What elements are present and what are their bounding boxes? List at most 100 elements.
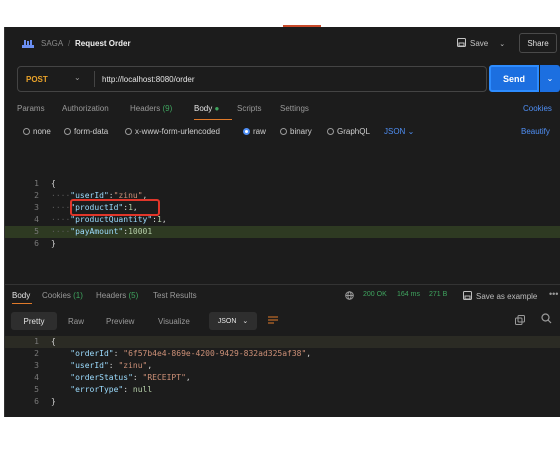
json-colon: :	[113, 349, 124, 358]
response-format-select[interactable]: JSON ⌄	[209, 312, 257, 330]
url-input[interactable]: http://localhost:8080/order	[102, 75, 195, 84]
highlight-annotation-box	[70, 199, 160, 216]
radio-circle-icon	[280, 128, 287, 135]
line-number: 5	[34, 385, 39, 394]
body-format-select[interactable]: JSON ⌄	[384, 127, 414, 136]
json-value: "zinu"	[118, 361, 148, 370]
beautify-button[interactable]: Beautify	[521, 127, 550, 136]
radio-none-label: none	[33, 127, 51, 136]
send-label: Send	[502, 73, 525, 84]
search-icon[interactable]	[541, 313, 552, 327]
line-number: 3	[34, 203, 39, 212]
view-preview-button[interactable]: Preview	[106, 317, 134, 326]
send-options-chevron-icon[interactable]: ⌄	[540, 65, 560, 92]
json-value: "6f57b4e4-869e-4200-9429-832ad325af38"	[123, 349, 307, 358]
wrap-lines-icon[interactable]	[267, 315, 279, 327]
radio-circle-icon	[327, 128, 334, 135]
response-size[interactable]: 271 B	[429, 291, 447, 298]
tab-authorization[interactable]: Authorization	[62, 104, 109, 113]
json-key: "orderId"	[70, 349, 114, 358]
save-button[interactable]: Save ⌄	[457, 35, 513, 52]
radio-urlencoded-label: x-www-form-urlencoded	[135, 127, 220, 136]
code-text: "errorType": null	[51, 384, 152, 396]
response-time[interactable]: 164 ms	[397, 291, 420, 298]
indent-guide: ····	[51, 203, 71, 212]
line-number: 4	[34, 373, 39, 382]
save-as-example-button[interactable]: Save as example	[463, 291, 537, 302]
view-visualize-button[interactable]: Visualize	[158, 317, 190, 326]
json-comma: ,	[147, 361, 153, 370]
radio-binary[interactable]: binary	[280, 127, 312, 136]
save-label: Save	[470, 39, 489, 48]
line-number: 1	[34, 337, 39, 346]
json-colon: :	[132, 373, 143, 382]
save-icon	[457, 38, 466, 49]
radio-none[interactable]: none	[23, 127, 51, 136]
code-line[interactable]: 5 ····"payAmount":10001	[5, 226, 560, 238]
code-brace: {	[51, 337, 56, 346]
radio-form-data[interactable]: form-data	[64, 127, 108, 136]
json-key: "productQuantity"	[70, 215, 153, 224]
tab-body[interactable]: Body ●	[194, 104, 219, 113]
chevron-down-icon: ⌄	[407, 127, 415, 136]
chevron-down-icon[interactable]: ⌄	[499, 40, 505, 48]
copy-icon[interactable]	[515, 315, 525, 327]
tab-headers-label: Headers	[130, 104, 161, 113]
more-options-icon[interactable]: •••	[549, 289, 558, 299]
json-comma: ,	[161, 215, 167, 224]
code-text: {	[51, 178, 56, 190]
json-value: 10001	[128, 227, 153, 236]
request-title[interactable]: Request Order	[75, 39, 131, 48]
chevron-down-icon: ⌄	[242, 318, 249, 325]
tab-headers[interactable]: Headers (9)	[130, 104, 172, 113]
method-select[interactable]: POST	[26, 75, 48, 84]
code-line[interactable]: 6}	[5, 238, 560, 250]
tab-params[interactable]: Params	[17, 104, 45, 113]
tab-body-label: Body	[194, 104, 213, 113]
radio-circle-icon	[64, 128, 71, 135]
radio-graphql[interactable]: GraphQL	[327, 127, 370, 136]
code-line[interactable]: 3 "userId": "zinu",	[5, 360, 560, 372]
code-line[interactable]: 5 "errorType": null	[5, 384, 560, 396]
code-brace: {	[51, 179, 56, 188]
url-bar: POST ⌄ http://localhost:8080/order	[17, 66, 487, 92]
globe-icon[interactable]	[345, 291, 354, 302]
radio-raw-label: raw	[253, 127, 266, 136]
tab-scripts[interactable]: Scripts	[237, 104, 261, 113]
response-tab-headers[interactable]: Headers (5)	[96, 291, 138, 300]
pane-divider[interactable]	[5, 284, 560, 285]
chevron-down-icon[interactable]: ⌄	[74, 73, 81, 82]
share-label: Share	[527, 38, 549, 48]
code-line[interactable]: 6}	[5, 396, 560, 408]
indent-guide	[51, 349, 70, 358]
response-tab-tests[interactable]: Test Results	[153, 291, 197, 300]
cookies-link[interactable]: Cookies	[523, 104, 552, 113]
code-line[interactable]: 2 "orderId": "6f57b4e4-869e-4200-9429-83…	[5, 348, 560, 360]
radio-graphql-label: GraphQL	[337, 127, 370, 136]
code-line[interactable]: 4 "orderStatus": "RECEIPT",	[5, 372, 560, 384]
url-divider	[94, 71, 95, 87]
json-comma: ,	[306, 349, 312, 358]
response-tab-headers-label: Headers	[96, 291, 127, 300]
request-body-editor[interactable]: 1{2 ····"userId":"zinu", 3 ····"productId":…	[5, 147, 560, 287]
breadcrumb-collection[interactable]: SAGA	[41, 39, 63, 48]
response-tab-body[interactable]: Body	[12, 291, 30, 300]
radio-urlencoded[interactable]: x-www-form-urlencoded	[125, 127, 220, 136]
send-button[interactable]: Send	[489, 65, 539, 92]
code-text: ····"payAmount":10001	[51, 226, 152, 238]
radio-raw[interactable]: raw	[243, 127, 266, 136]
response-body-viewer[interactable]: 1{2 "orderId": "6f57b4e4-869e-4200-9429-…	[5, 336, 560, 416]
response-tab-cookies[interactable]: Cookies (1)	[42, 291, 83, 300]
json-key: "payAmount"	[70, 227, 124, 236]
view-raw-button[interactable]: Raw	[68, 317, 84, 326]
tab-settings[interactable]: Settings	[280, 104, 309, 113]
code-line[interactable]: 1{	[5, 178, 560, 190]
status-code[interactable]: 200 OK	[363, 291, 387, 298]
breadcrumb-separator: /	[68, 39, 71, 48]
code-line[interactable]: 1{	[5, 336, 560, 348]
view-pretty-button[interactable]: Pretty	[11, 312, 57, 330]
code-text: {	[51, 336, 56, 348]
response-tab-headers-count: (5)	[128, 291, 139, 300]
code-text: "orderId": "6f57b4e4-869e-4200-9429-832a…	[51, 348, 311, 360]
share-button[interactable]: Share	[519, 33, 557, 53]
